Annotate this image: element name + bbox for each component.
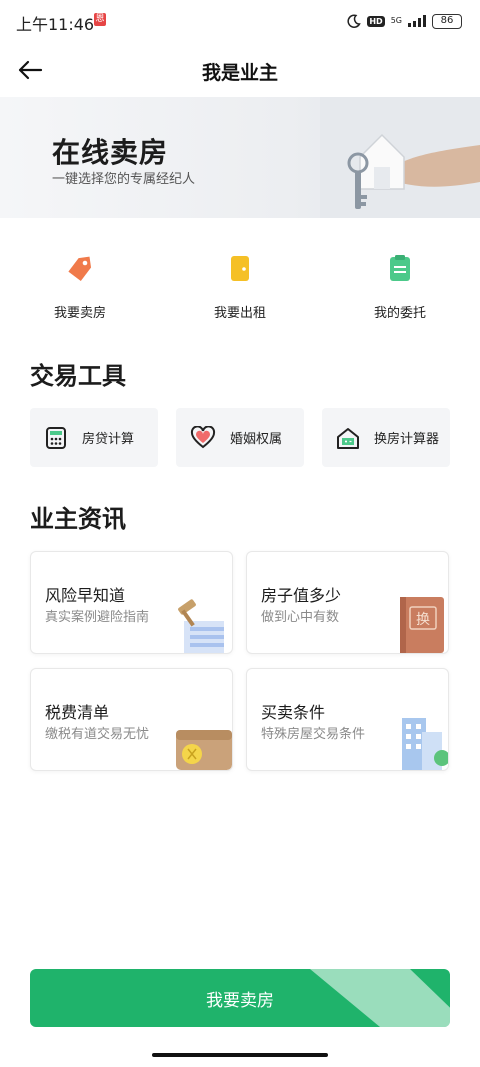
wallet-icon: [176, 730, 232, 770]
house-key-illustration-icon: [320, 97, 480, 218]
property-book-icon: 换: [400, 597, 444, 653]
tools-list: 房贷计算 婚姻权属 换房计算器: [30, 408, 450, 468]
tools-section-title: 交易工具: [30, 362, 126, 390]
tool-label: 婚姻权属: [230, 432, 283, 447]
heart-icon: [190, 425, 216, 448]
gavel-icon: [178, 599, 224, 653]
quick-action-entrust[interactable]: 我的委托: [320, 250, 480, 330]
quick-action-rent[interactable]: 我要出租: [160, 250, 320, 330]
nav-bar: 我是业主: [0, 44, 480, 96]
quick-action-label: 我要出租: [213, 306, 266, 321]
building-icon: [402, 718, 448, 770]
property-book-text: 换: [416, 611, 430, 628]
hd-badge: HD: [367, 15, 385, 27]
quick-actions: 我要卖房 我要出租 我的委托: [0, 250, 480, 330]
quick-action-sell[interactable]: 我要卖房: [0, 250, 160, 330]
tool-label: 房贷计算: [82, 432, 135, 447]
info-card-conditions[interactable]: 买卖条件 特殊房屋交易条件: [246, 668, 449, 771]
tool-exchange-calculator[interactable]: 换房计算器: [322, 408, 450, 467]
quick-action-label: 我要卖房: [53, 306, 106, 321]
info-card-subtitle: 特殊房屋交易条件: [261, 727, 366, 742]
calculator-icon: [46, 426, 66, 449]
house-calculator-icon: [337, 427, 359, 449]
status-icons: HD 5G 86: [347, 12, 462, 30]
network-label: 5G: [390, 16, 402, 25]
moon-icon: [347, 14, 362, 28]
decorative-shine: [310, 969, 450, 1027]
clipboard-icon: [382, 250, 418, 286]
info-card-title: 买卖条件: [261, 703, 326, 722]
info-card-tax[interactable]: 税费清单 缴税有道交易无忧: [30, 668, 233, 771]
info-card-subtitle: 缴税有道交易无忧: [45, 727, 150, 742]
door-icon: [222, 250, 258, 286]
quick-action-label: 我的委托: [373, 306, 426, 321]
sell-house-button-label: 我要卖房: [206, 990, 274, 1011]
online-sell-banner[interactable]: 在线卖房 一键选择您的专属经纪人: [0, 97, 480, 218]
info-card-title: 税费清单: [45, 703, 110, 722]
info-card-subtitle: 真实案例避险指南: [45, 610, 150, 625]
info-card-risk[interactable]: 风险早知道 真实案例避险指南: [30, 551, 233, 654]
tool-mortgage-calculator[interactable]: 房贷计算: [30, 408, 158, 467]
banner-title: 在线卖房: [52, 136, 169, 169]
tool-label: 换房计算器: [374, 432, 440, 447]
home-indicator[interactable]: [152, 1053, 328, 1057]
info-section-title: 业主资讯: [30, 505, 126, 533]
status-bar: 上午11:46 恩 HD 5G 86: [0, 0, 480, 40]
info-card-title: 房子值多少: [261, 586, 342, 605]
notification-badge-icon: 恩: [94, 13, 106, 26]
info-card-title: 风险早知道: [45, 586, 126, 605]
sell-house-button[interactable]: 我要卖房: [30, 969, 450, 1027]
info-card-subtitle: 做到心中有数: [261, 610, 340, 625]
signal-icon: [408, 15, 426, 27]
banner-subtitle: 一键选择您的专属经纪人: [52, 172, 196, 187]
tag-icon: [62, 250, 98, 286]
status-time: 上午11:46: [16, 15, 95, 34]
tool-marriage-ownership[interactable]: 婚姻权属: [176, 408, 304, 467]
info-card-home-value[interactable]: 房子值多少 做到心中有数 换: [246, 551, 449, 654]
battery-icon: 86: [432, 13, 462, 29]
page-title: 我是业主: [201, 62, 278, 84]
